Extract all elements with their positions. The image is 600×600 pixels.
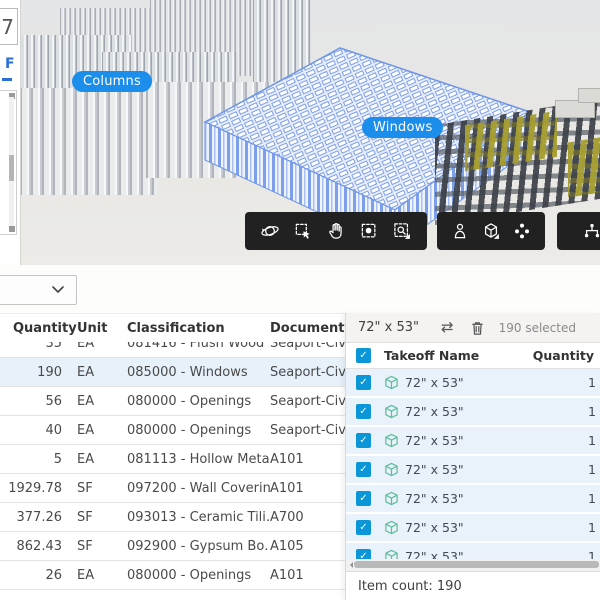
table-header: Quantity Unit Classification Document [0,313,347,343]
left-side-panel: 7 F [0,0,21,265]
model-browser-icon [582,221,600,241]
detail-horizontal-scrollbar[interactable] [346,559,600,571]
item-count-footer: Item count: 190 [346,571,600,600]
detail-row[interactable]: ✓ 72" x 53" 1 [346,398,600,425]
count-input[interactable]: 7 [0,8,18,45]
col-takeoff-name: Takeoff Name [384,348,479,363]
detail-row[interactable]: ✓ 72" x 53" 1 [346,485,600,512]
swap-icon[interactable]: ⇄ [441,320,454,335]
row-checkbox[interactable]: ✓ [356,375,371,390]
table-row[interactable]: 1929.78SF097200 - Wall Coverin…A101 [0,474,347,503]
first-person-icon [450,221,470,241]
table-row[interactable]: 377.26SF093013 - Ceramic Tili…A700 [0,503,347,532]
col-quantity: Quantity [533,348,594,363]
table-body: 35EA081416 - Flush Wood …Seaport-Civic- … [0,342,347,600]
scrollbar-thumb[interactable] [354,561,599,568]
orbit-button[interactable] [254,215,286,247]
detail-titlebar: 72" x 53" ⇄ 190 selected [346,313,600,343]
scrollbar-thumb[interactable] [9,155,14,181]
zoom-window-button[interactable] [386,215,418,247]
link-underline [2,78,12,81]
cube-icon [384,491,399,506]
selected-count: 190 selected [499,321,576,335]
table-row[interactable]: 40EA080000 - OpeningsSeaport-Civic- [0,416,347,445]
col-quantity: Quantity [0,321,62,336]
filter-dropdown[interactable] [0,275,77,305]
pan-hand-icon [326,221,346,241]
detail-title: 72" x 53" [358,320,419,335]
detail-row[interactable]: ✓ 72" x 53" 1 [346,369,600,396]
filter-band [0,265,600,313]
zoom-selection-button[interactable] [353,215,385,247]
pan-button[interactable] [320,215,352,247]
table-row[interactable]: 26EA080000 - OpeningsA101 [0,561,347,590]
takeoff-table: Quantity Unit Classification Document 35… [0,313,347,600]
type-listbox[interactable] [0,90,17,235]
object-dots-button[interactable] [506,215,537,247]
cube-icon [384,404,399,419]
cube-icon [384,520,399,535]
first-person-button[interactable] [445,215,476,247]
detail-row[interactable]: ✓ 72" x 53" 1 [346,543,600,559]
table-row[interactable]: 862.43SF092900 - Gypsum Bo…A105 [0,532,347,561]
detail-rows: ✓ 72" x 53" 1 ✓ 72" x 53" 1 ✓ 72" x 53" … [346,369,600,559]
row-checkbox[interactable]: ✓ [356,433,371,448]
windows-label[interactable]: Windows [362,117,443,138]
col-classification: Classification [127,321,270,336]
row-checkbox[interactable]: ✓ [356,462,371,477]
unit-link-fragment[interactable]: F [5,56,15,72]
table-row[interactable]: 35EA081416 - Flush Wood …Seaport-Civic- [0,342,347,358]
detail-row[interactable]: ✓ 72" x 53" 1 [346,427,600,454]
model-cube-icon [481,221,501,241]
columns-label[interactable]: Columns [72,71,152,92]
trash-icon [470,320,485,336]
model-browser-button[interactable] [576,215,600,247]
marquee-select-icon [293,221,313,241]
cube-icon [384,549,399,559]
table-row[interactable]: 56EA080000 - OpeningsSeaport-Civic- [0,387,347,416]
select-button[interactable] [287,215,319,247]
takeoff-detail-panel: 72" x 53" ⇄ 190 selected ✓ Takeoff Name … [345,313,600,600]
scroll-left-icon[interactable] [347,562,353,568]
navigation-toolbar [245,212,427,250]
zoom-window-icon [392,221,412,241]
3d-viewport[interactable]: Columns Windows [20,0,600,266]
model-display-button[interactable] [476,215,507,247]
select-all-checkbox[interactable]: ✓ [356,348,371,363]
row-checkbox[interactable]: ✓ [356,520,371,535]
delete-button[interactable] [470,320,485,336]
table-model [578,88,600,103]
listbox-scrollbar[interactable] [9,97,14,228]
table-row-selected[interactable]: 190EA085000 - WindowsSeaport-Civic- [0,358,347,387]
object-dots-icon [512,221,532,241]
detail-row[interactable]: ✓ 72" x 53" 1 [346,514,600,541]
col-unit: Unit [62,321,127,336]
cube-icon [384,375,399,390]
browser-toolbar [557,212,600,250]
cube-icon [384,433,399,448]
table-row[interactable]: 5EA081113 - Hollow Meta…A101 [0,445,347,474]
row-checkbox[interactable]: ✓ [356,491,371,506]
col-document: Document [270,321,347,336]
cube-icon [384,462,399,477]
chairs-model-yellow [568,137,600,197]
detail-row[interactable]: ✓ 72" x 53" 1 [346,456,600,483]
view-toolbar [437,212,545,250]
chevron-down-icon [52,286,64,294]
detail-header: ✓ Takeoff Name Quantity [346,343,600,369]
row-checkbox[interactable]: ✓ [356,549,371,559]
row-checkbox[interactable]: ✓ [356,404,371,419]
app-window: Columns Windows [0,0,600,600]
zoom-selection-icon [359,221,379,241]
orbit-icon [260,221,280,241]
scroll-down-icon[interactable] [9,226,15,232]
